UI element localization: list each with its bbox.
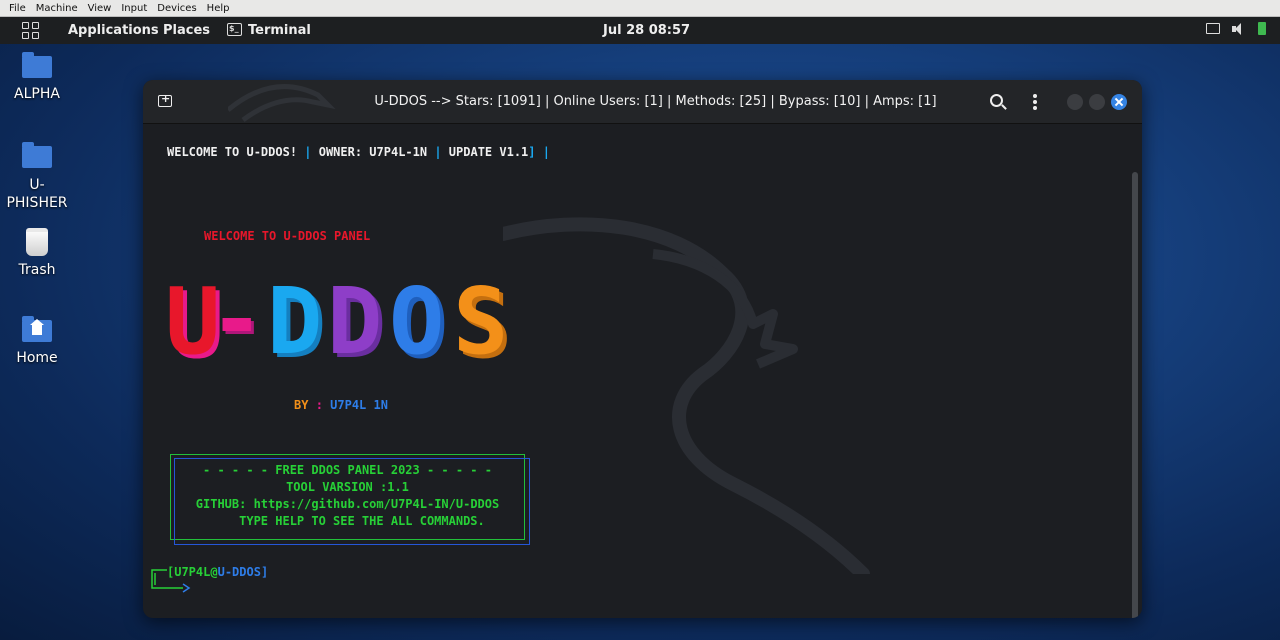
menu-kebab-icon[interactable] [1033, 94, 1037, 110]
folder-icon [22, 52, 52, 78]
logo-letter-o: O [389, 268, 445, 375]
display-icon [1206, 23, 1220, 34]
logo-letter-dash: - [209, 266, 265, 373]
header-update: UPDATE V1.1 [448, 145, 529, 159]
desktop-icon-label: Trash [18, 262, 56, 278]
menu-help[interactable]: Help [202, 3, 235, 14]
shell-prompt: [U7P4L@U-DDOS] [167, 565, 268, 579]
header-welcome: WELCOME TO U-DDOS! [167, 145, 298, 159]
desktop-icon-label-line2: PHISHER [6, 195, 68, 211]
desktop-icon-u-phisher[interactable]: U- PHISHER [0, 142, 74, 212]
desktop-icon-trash[interactable]: Trash [0, 228, 74, 278]
header-end: ] | [528, 145, 550, 159]
battery-icon [1258, 22, 1266, 35]
desktop-icon-label-line1: U- [29, 177, 45, 193]
command-input[interactable] [191, 582, 192, 583]
menu-file[interactable]: File [4, 3, 31, 14]
desktop-icon-home[interactable]: Home [0, 316, 74, 366]
by-separator: : [315, 398, 323, 412]
trash-icon [26, 228, 48, 256]
vertical-scrollbar[interactable] [1132, 172, 1138, 618]
author-line: BY : U7P4L 1N [294, 398, 388, 412]
close-button[interactable] [1111, 94, 1127, 110]
prompt-at: @ [210, 565, 218, 579]
terminal-icon: $_ [227, 23, 242, 36]
search-icon[interactable] [990, 94, 1003, 107]
top-panel: Applications Places $_ Terminal Jul 28 0… [0, 17, 1280, 44]
clock[interactable]: Jul 28 08:57 [603, 23, 690, 38]
header-separator: | [297, 145, 319, 159]
by-author: U7P4L 1N [330, 398, 388, 412]
logo-letter-d1: D [267, 268, 323, 375]
header-line: WELCOME TO U-DDOS! | OWNER: U7P4L-1N | U… [167, 145, 550, 159]
desktop-icon-alpha[interactable]: ALPHA [0, 52, 74, 102]
info-github: GITHUB: https://github.com/U7P4L-IN/U-DD… [195, 497, 500, 511]
applications-menu[interactable]: Applications [68, 23, 159, 38]
info-box: - - - - - FREE DDOS PANEL 2023 - - - - -… [170, 454, 530, 545]
u-ddos-logo: U - D D O S [165, 266, 527, 376]
info-version: TOOL VARSION :1.1 [286, 480, 409, 494]
prompt-close-bracket: ] [260, 565, 269, 579]
system-tray[interactable] [1206, 22, 1266, 35]
terminal-app-menu[interactable]: Terminal [248, 23, 311, 38]
info-help: TYPE HELP TO SEE THE ALL COMMANDS. [210, 514, 485, 528]
terminal-window[interactable]: U-DDOS --> Stars: [1091] | Online Users:… [143, 80, 1142, 618]
logo-letter-d2: D [327, 268, 383, 375]
places-menu[interactable]: Places [163, 23, 210, 38]
menu-view[interactable]: View [83, 3, 117, 14]
menu-machine[interactable]: Machine [31, 3, 83, 14]
home-folder-icon [22, 316, 52, 342]
kali-dragon-header-icon [228, 84, 336, 123]
desktop-icon-label: ALPHA [14, 86, 60, 102]
menu-input[interactable]: Input [116, 3, 152, 14]
maximize-button[interactable] [1089, 94, 1105, 110]
header-separator: | [427, 145, 449, 159]
header-owner: OWNER: U7P4L-1N [318, 145, 428, 159]
prompt-host: U-DDOS [217, 565, 261, 579]
vm-menubar: File Machine View Input Devices Help [0, 0, 1280, 17]
volume-icon [1232, 22, 1246, 35]
folder-icon [22, 142, 52, 168]
app-grid-icon[interactable] [22, 22, 39, 39]
logo-letter-s: S [453, 268, 509, 375]
by-label: BY [294, 398, 309, 412]
terminal-body[interactable]: WELCOME TO U-DDOS! | OWNER: U7P4L-1N | U… [143, 84, 1142, 618]
desktop-icon-label: Home [16, 350, 58, 366]
info-title: - - - - - FREE DDOS PANEL 2023 - - - - - [203, 463, 492, 477]
menu-devices[interactable]: Devices [152, 3, 201, 14]
desktop-icon-label: U- PHISHER [0, 176, 74, 212]
minimize-button[interactable] [1067, 94, 1083, 110]
kali-dragon-watermark [503, 217, 870, 574]
prompt-user: U7P4L [174, 565, 211, 579]
panel-welcome: WELCOME TO U-DDOS PANEL [204, 229, 371, 243]
